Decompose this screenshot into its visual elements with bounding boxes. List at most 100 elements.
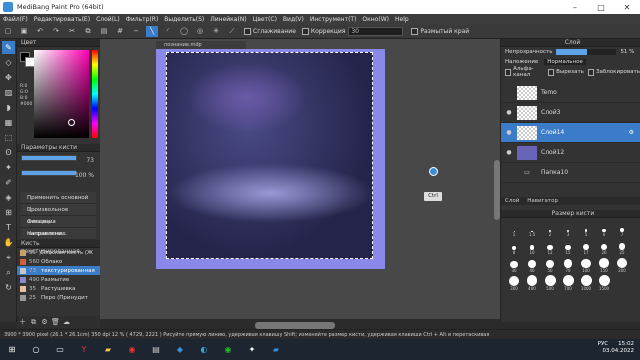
menu-window[interactable]: Окно(W) (362, 16, 389, 23)
brush-size-cell[interactable]: 1500 (595, 274, 613, 291)
hue-slider[interactable] (92, 50, 98, 138)
brush-size-cell[interactable]: 12 (541, 238, 559, 255)
brush-size-cell[interactable]: 400 (523, 274, 541, 291)
rotate-handle-icon[interactable] (429, 167, 438, 176)
bucket-tool-icon[interactable]: ◗ (2, 101, 15, 114)
brush-size-cell[interactable]: 150 (595, 256, 613, 273)
eraser-tool-icon[interactable]: ◇ (2, 56, 15, 69)
brush-size-cell[interactable]: 700 (559, 274, 577, 291)
saturation-value-picker[interactable] (34, 50, 89, 138)
blend-select[interactable]: Нормальное (544, 59, 586, 65)
rotate-tool-icon[interactable]: ↻ (2, 281, 15, 294)
eye-icon[interactable]: ● (501, 129, 517, 136)
brush-item[interactable]: 560 Облако (17, 257, 100, 266)
cloud-brush-icon[interactable]: ☁ (61, 318, 72, 326)
perspective-icon[interactable]: ⟋ (226, 26, 238, 37)
eyedropper-icon[interactable]: ⌖ (2, 251, 15, 264)
layer-folder[interactable]: ▭ Папка10 (501, 163, 640, 183)
zoom-tool-icon[interactable]: ⌕ (2, 266, 15, 279)
app-icon[interactable]: ◉ (122, 343, 142, 357)
brush-size-cell[interactable]: 70 (559, 256, 577, 273)
brush-opacity-slider[interactable] (21, 170, 77, 176)
brush-size-cell[interactable]: 500 (541, 274, 559, 291)
windows-start-icon[interactable]: ⊞ (2, 343, 22, 357)
layer-opacity-slider[interactable] (556, 49, 617, 55)
text-tool-icon[interactable]: T (2, 221, 15, 234)
brush-size-cell[interactable]: 1 (505, 220, 523, 237)
fill-tool-icon[interactable]: ▨ (2, 86, 15, 99)
save-icon[interactable]: ▣ (18, 26, 30, 37)
brush-size-cell[interactable]: 1.5 (523, 220, 541, 237)
eye-icon[interactable]: ● (501, 109, 517, 116)
blur-edge-checkbox[interactable] (411, 28, 419, 35)
brush-size-cell[interactable]: 3 (559, 220, 577, 237)
move-tool-icon[interactable]: ✥ (2, 71, 15, 84)
ruler-ellipse-icon[interactable]: ◯ (178, 26, 190, 37)
menu-tool[interactable]: Инструмент(T) (310, 16, 357, 23)
tab-navigator[interactable]: Навигатор (523, 198, 562, 204)
brush-size-cell[interactable]: 17 (577, 238, 595, 255)
cut-icon[interactable]: ✂ (66, 26, 78, 37)
redo-icon[interactable]: ↷ (50, 26, 62, 37)
correction-select[interactable]: 30 (348, 27, 404, 36)
medibang-taskbar-icon[interactable]: ▰ (266, 343, 286, 357)
copy-brush-icon[interactable]: ⧉ (28, 318, 39, 327)
brush-size-slider[interactable] (21, 155, 77, 161)
select-eraser-icon[interactable]: ◈ (2, 191, 15, 204)
brush-size-cell[interactable]: 20 (595, 238, 613, 255)
brush-size-cell[interactable]: 1000 (577, 274, 595, 291)
menu-file[interactable]: Файл(F) (3, 16, 28, 23)
close-icon[interactable]: ✕ (614, 3, 640, 12)
undo-icon[interactable]: ↶ (34, 26, 46, 37)
menu-edit[interactable]: Редактировать(E) (34, 16, 90, 23)
brush-item[interactable]: 25 Перо (Принудит (17, 293, 100, 302)
menu-layer[interactable]: Слой(L) (96, 16, 120, 23)
delete-brush-icon[interactable]: 🗑 (50, 318, 61, 326)
menu-help[interactable]: Help (395, 16, 409, 23)
brush-size-cell[interactable]: 40 (523, 256, 541, 273)
app-icon[interactable]: ◉ (218, 343, 238, 357)
layer-item[interactable]: Temo (501, 83, 640, 103)
layer-item[interactable]: ● Слой12 (501, 143, 640, 163)
select-pen-icon[interactable]: ✐ (2, 176, 15, 189)
lock-checkbox[interactable] (587, 68, 594, 76)
eye-icon[interactable]: ● (501, 149, 517, 156)
ruler-concentric-icon[interactable]: ◎ (194, 26, 206, 37)
app-icon[interactable]: ◐ (194, 343, 214, 357)
menu-color[interactable]: Цвет(C) (253, 16, 277, 23)
brush-tool-icon[interactable]: ✎ (2, 41, 15, 54)
add-brush-icon[interactable]: ＋ (17, 317, 28, 327)
minimize-icon[interactable]: – (562, 3, 588, 12)
brush-item-selected[interactable]: 73 текстурированная (17, 266, 100, 275)
document-tab[interactable]: познание.mdp (156, 41, 246, 49)
brush-size-cell[interactable]: 100 (577, 256, 595, 273)
search-icon[interactable]: ○ (26, 343, 46, 357)
tab-layer[interactable]: Слой (501, 198, 523, 204)
layer-item-selected[interactable]: ● Слой14 ⚙ (501, 123, 640, 143)
maximize-icon[interactable]: □ (588, 3, 614, 12)
copy-icon[interactable]: ⧉ (82, 26, 94, 37)
brush-item[interactable]: 35 Растушевка (17, 284, 100, 293)
hand-tool-icon[interactable]: ✋ (2, 236, 15, 249)
brush-size-cell[interactable]: 30 (505, 256, 523, 273)
select-tool-icon[interactable]: ⬚ (2, 131, 15, 144)
clip-checkbox[interactable] (548, 68, 555, 76)
menu-view[interactable]: Вид(V) (283, 16, 304, 23)
brush-size-cell[interactable]: 300 (505, 274, 523, 291)
param-option[interactable]: Направление вращени... (21, 228, 96, 249)
brush-size-cell[interactable]: 10 (523, 238, 541, 255)
app-icon[interactable]: ◆ (170, 343, 190, 357)
correction-checkbox[interactable] (301, 28, 309, 35)
ruler-line-icon[interactable]: ╲ (146, 26, 158, 37)
ruler-radial-icon[interactable]: ✳ (210, 26, 222, 37)
lang-indicator[interactable]: РУС (598, 341, 609, 347)
menu-ruler[interactable]: Линейка(N) (210, 16, 246, 23)
param-option[interactable]: Произвольное смещен... (21, 204, 96, 225)
divide-tool-icon[interactable]: ⊞ (2, 206, 15, 219)
param-option[interactable]: Применить основной ц... (21, 192, 96, 213)
brush-size-cell[interactable]: 7 (613, 220, 631, 237)
zoom-out-icon[interactable]: − (130, 26, 142, 37)
grid-icon[interactable]: # (114, 26, 126, 37)
brush-size-cell[interactable]: 5 (577, 220, 595, 237)
menu-select[interactable]: Выделить(S) (164, 16, 204, 23)
